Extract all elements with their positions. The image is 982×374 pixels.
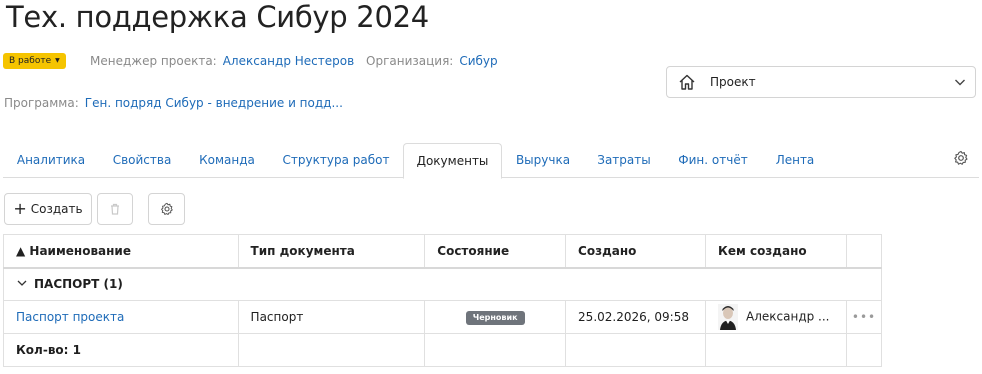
column-header-actions (845, 234, 883, 269)
tab-bar: Аналитика Свойства Команда Структура раб… (3, 143, 979, 179)
tab-costs[interactable]: Затраты (584, 143, 664, 178)
create-button-label: Создать (30, 202, 83, 216)
manager-link[interactable]: Александр Нестеров (223, 54, 354, 68)
document-type: Паспорт (237, 300, 426, 334)
organization-label: Организация: (366, 54, 454, 68)
group-label: ПАСПОРТ (1) (34, 277, 123, 292)
organization: Организация: Сибур (366, 53, 498, 69)
column-header-author[interactable]: Кем создано (705, 234, 847, 269)
column-header-name[interactable]: ▲ Наименование (3, 234, 239, 269)
author-name: Александр ... (746, 309, 830, 324)
avatar (718, 304, 739, 330)
tab-work-structure[interactable]: Структура работ (269, 143, 403, 178)
organization-link[interactable]: Сибур (459, 54, 497, 68)
status-badge[interactable]: В работе ▼ (3, 53, 66, 69)
home-icon (679, 74, 695, 90)
chevron-down-icon (955, 79, 965, 86)
group-row[interactable]: ПАСПОРТ (1) (3, 267, 882, 301)
program-label: Программа: (4, 96, 79, 110)
gear-icon (160, 202, 173, 215)
author-cell: Александр ... (705, 300, 847, 334)
documents-table: ▲ Наименование Тип документа Состояние С… (3, 234, 883, 367)
program-link[interactable]: Ген. подряд Сибур - внедрение и подд... (85, 96, 343, 110)
column-header-state[interactable]: Состояние (424, 234, 567, 269)
page-title: Тех. поддержка Сибур 2024 (6, 0, 429, 34)
view-select[interactable]: Проект (666, 66, 976, 98)
manager-label: Менеджер проекта: (90, 54, 217, 68)
tab-team[interactable]: Команда (185, 143, 269, 178)
plus-icon: + (13, 199, 27, 218)
program: Программа: Ген. подряд Сибур - внедрение … (4, 95, 343, 111)
create-button[interactable]: + Создать (4, 193, 92, 225)
delete-button[interactable] (97, 193, 133, 225)
status-label: В работе (9, 56, 52, 66)
tab-documents[interactable]: Документы (403, 143, 502, 179)
chevron-down-icon[interactable] (16, 277, 28, 289)
table-settings-button[interactable] (148, 193, 185, 225)
tab-revenue[interactable]: Выручка (502, 143, 584, 178)
tab-feed[interactable]: Лента (762, 143, 828, 178)
state-badge: Черновик (465, 311, 525, 325)
tab-analytics[interactable]: Аналитика (3, 143, 99, 178)
table-header-row: ▲ Наименование Тип документа Состояние С… (3, 234, 883, 269)
table-footer-row: Кол-во: 1 (3, 333, 883, 367)
created-date: 25.02.2026, 09:58 (565, 300, 707, 334)
trash-icon (111, 203, 119, 215)
caret-down-icon: ▼ (55, 57, 60, 64)
column-header-created[interactable]: Создано (565, 234, 707, 269)
column-header-type[interactable]: Тип документа (237, 234, 426, 269)
document-link[interactable]: Паспорт проекта (16, 310, 124, 324)
table-row[interactable]: Паспорт проекта Паспорт Черновик 25.02.2… (3, 300, 883, 334)
gear-icon[interactable] (953, 150, 969, 166)
tab-fin-report[interactable]: Фин. отчёт (664, 143, 762, 178)
group-cell: ПАСПОРТ (1) (3, 267, 882, 301)
more-actions-icon[interactable]: ••• (852, 310, 876, 324)
tab-properties[interactable]: Свойства (99, 143, 185, 178)
project-manager: Менеджер проекта: Александр Нестеров (90, 53, 354, 69)
view-select-value: Проект (710, 75, 756, 89)
row-count: Кол-во: 1 (3, 333, 239, 367)
